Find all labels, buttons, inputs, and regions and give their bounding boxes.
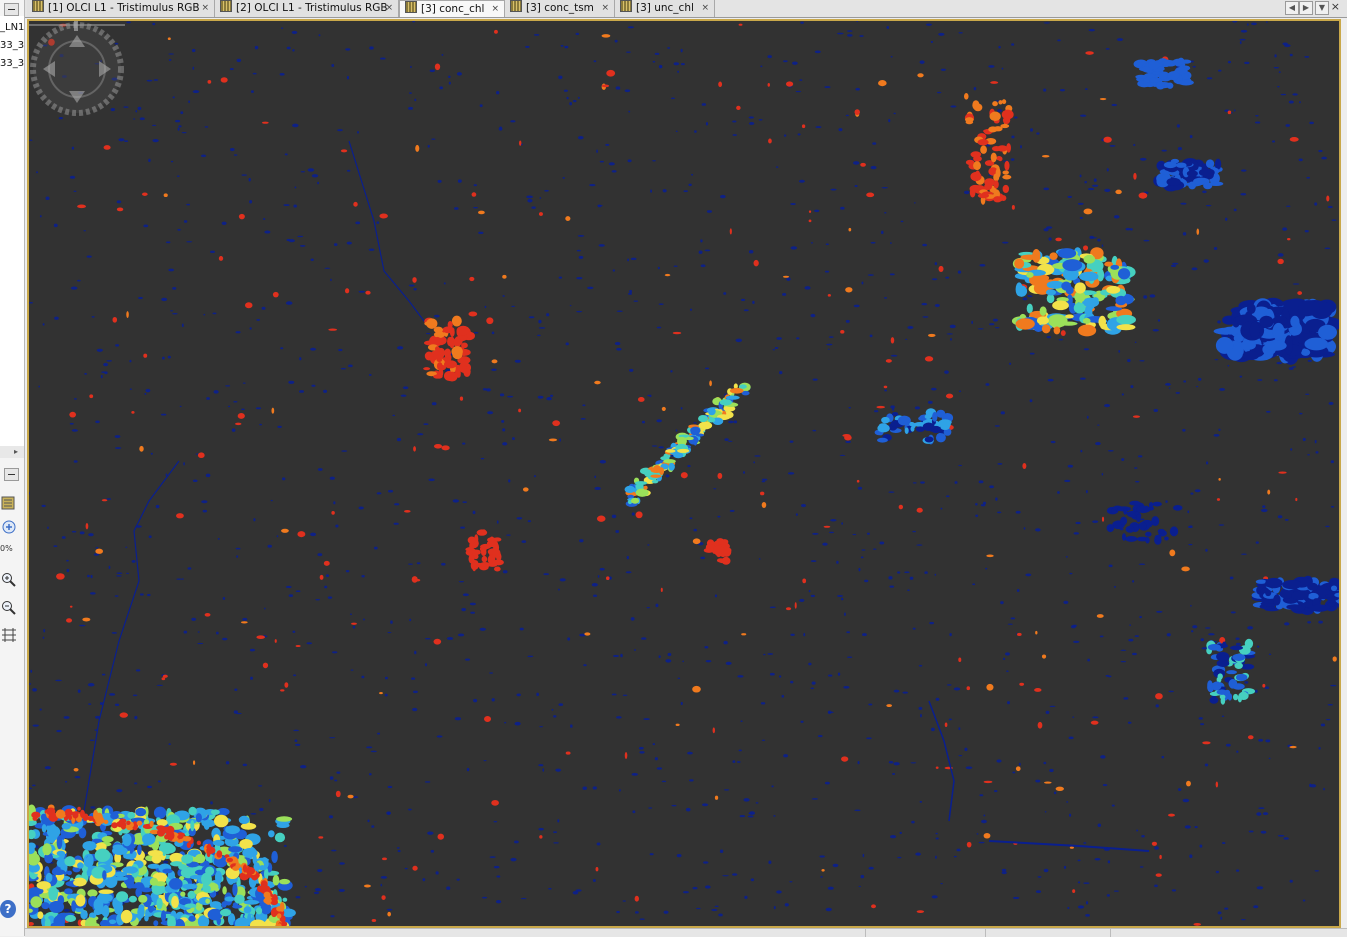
- tab-unc-chl[interactable]: [3] unc_chl ×: [615, 0, 715, 17]
- tab-label: [3] conc_tsm: [526, 2, 594, 14]
- image-view-icon: [510, 0, 522, 12]
- image-view-icon: [220, 0, 232, 12]
- tab-close-icon[interactable]: ×: [701, 0, 709, 17]
- image-view-tab-bar: [1] OLCI L1 - Tristimulus RGB × [2] OLCI …: [25, 0, 1347, 18]
- zoom-readout: 0%: [0, 544, 13, 553]
- tab-scroll-left-button[interactable]: ◀: [1285, 1, 1299, 15]
- navigation-panel-minimize-button[interactable]: [4, 468, 19, 481]
- tab-conc-chl[interactable]: [3] conc_chl ×: [399, 0, 505, 17]
- close-window-icon[interactable]: ×: [1331, 0, 1340, 14]
- image-view-icon: [620, 0, 632, 12]
- tab-label: [3] unc_chl: [636, 2, 694, 14]
- tab-close-icon[interactable]: ×: [201, 0, 209, 17]
- tab-list-menu-button[interactable]: ▼: [1315, 1, 1329, 15]
- tab-label: [3] conc_chl: [421, 3, 485, 15]
- zoom-out-icon[interactable]: [0, 599, 18, 617]
- zoom-slider[interactable]: [29, 21, 125, 33]
- image-view-icon: [32, 0, 44, 12]
- sync-views-icon[interactable]: [0, 494, 18, 512]
- pan-icon[interactable]: [0, 518, 18, 536]
- navigation-compass-icon[interactable]: [29, 21, 125, 117]
- tab-scroll-right-button[interactable]: ▶: [1299, 1, 1313, 15]
- product-list: _LN1 33_3 33_3: [0, 16, 24, 447]
- horizontal-scrollbar[interactable]: ▸: [0, 446, 24, 458]
- image-view-icon: [405, 1, 417, 13]
- zoom-all-icon[interactable]: [0, 626, 18, 644]
- product-explorer-panel: _LN1 33_3 33_3 ▸ 0% ?: [0, 0, 25, 936]
- tab-conc-tsm[interactable]: [3] conc_tsm ×: [505, 0, 615, 17]
- product-row[interactable]: _LN1: [0, 22, 24, 33]
- product-row[interactable]: 33_3: [0, 40, 24, 51]
- help-icon[interactable]: ?: [0, 900, 16, 918]
- tab-close-icon[interactable]: ×: [601, 0, 609, 17]
- chlorophyll-concentration-raster[interactable]: [29, 21, 1339, 926]
- tab-label: [1] OLCI L1 - Tristimulus RGB: [48, 2, 200, 14]
- panel-minimize-button[interactable]: [4, 3, 19, 16]
- tab-label: [2] OLCI L1 - Tristimulus RGB: [236, 2, 388, 14]
- tab-close-icon[interactable]: ×: [491, 1, 499, 18]
- image-view-conc-chl[interactable]: [27, 19, 1341, 928]
- tab-close-icon[interactable]: ×: [385, 0, 393, 17]
- zoom-in-icon[interactable]: [0, 571, 18, 589]
- tab-olci-l1-rgb-1[interactable]: [1] OLCI L1 - Tristimulus RGB ×: [27, 0, 215, 17]
- tab-olci-l1-rgb-2[interactable]: [2] OLCI L1 - Tristimulus RGB ×: [215, 0, 399, 17]
- product-row[interactable]: 33_3: [0, 58, 24, 69]
